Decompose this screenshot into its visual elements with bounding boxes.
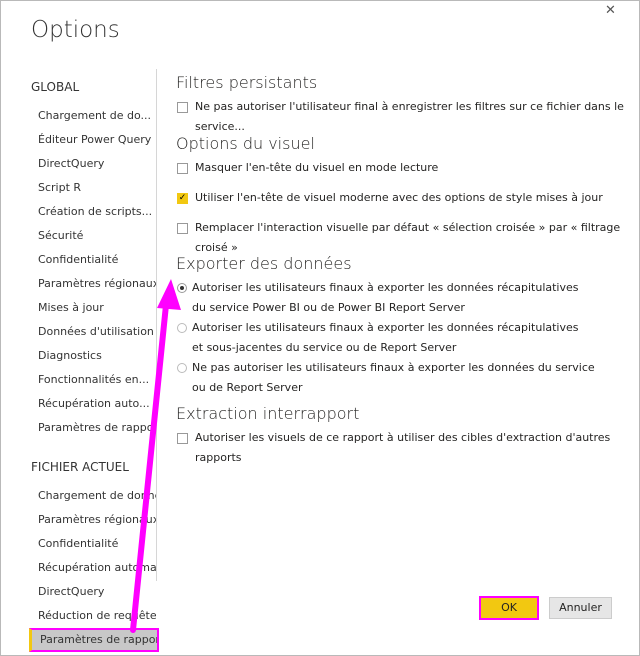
sidebar-item[interactable]: Confidentialité	[38, 536, 156, 552]
cross-filter-checkbox[interactable]: Remplacer l'interaction visuelle par déf…	[177, 218, 639, 258]
filters-checkbox[interactable]: Ne pas autoriser l'utilisateur final à e…	[177, 97, 639, 137]
checkbox[interactable]	[177, 223, 188, 234]
drillthrough-heading: Extraction interrapport	[176, 404, 360, 423]
radio-label: Ne pas autoriser les utilisateurs finaux…	[192, 361, 595, 394]
modern-header-checkbox[interactable]: ✓ Utiliser l'en-tête de visuel moderne av…	[177, 188, 603, 208]
checkbox[interactable]	[177, 102, 188, 113]
sidebar-item[interactable]: Script R	[38, 180, 156, 196]
sidebar-item[interactable]: Diagnostics	[38, 348, 156, 364]
sidebar-item[interactable]: Chargement de données	[38, 488, 156, 504]
sidebar-item[interactable]: Mises à jour	[38, 300, 156, 316]
checkbox-checked[interactable]: ✓	[177, 193, 188, 204]
cancel-button[interactable]: Annuler	[549, 597, 612, 619]
radio[interactable]	[177, 363, 187, 373]
radio-label: Autoriser les utilisateurs finaux à expo…	[192, 321, 579, 354]
ok-button[interactable]: OK	[479, 596, 539, 620]
checkbox-label: Masquer l'en-tête du visuel en mode lect…	[195, 161, 439, 174]
sidebar-item[interactable]: DirectQuery	[38, 584, 156, 600]
sidebar-item[interactable]: Paramètres régionaux	[38, 512, 156, 528]
checkbox-label: Utiliser l'en-tête de visuel moderne ave…	[195, 191, 603, 204]
sidebar-item[interactable]: Sécurité	[38, 228, 156, 244]
checkbox[interactable]	[177, 433, 188, 444]
checkbox-label: Ne pas autoriser l'utilisateur final à e…	[195, 100, 624, 133]
export-radio-none[interactable]: Ne pas autoriser les utilisateurs finaux…	[177, 358, 595, 398]
dialog-title: Options	[31, 17, 120, 43]
sidebar-item[interactable]: Chargement de do...	[38, 108, 156, 124]
global-section-header: GLOBAL	[31, 80, 80, 94]
current-file-section-header: FICHIER ACTUEL	[31, 460, 129, 474]
sidebar-item[interactable]: Données d'utilisation	[38, 324, 156, 340]
filters-heading: Filtres persistants	[176, 73, 318, 92]
sidebar-divider	[156, 69, 157, 581]
sidebar-item[interactable]: DirectQuery	[38, 156, 156, 172]
sidebar-item[interactable]: Fonctionnalités en...	[38, 372, 156, 388]
sidebar-item[interactable]: Création de scripts...	[38, 204, 156, 220]
options-dialog: Options ✕ GLOBAL Chargement de do... Édit…	[0, 0, 640, 656]
close-icon[interactable]: ✕	[605, 3, 616, 18]
sidebar-item[interactable]: Paramètres de rapport	[38, 420, 156, 436]
sidebar-item[interactable]: Réduction de requête	[38, 608, 156, 624]
sidebar-item[interactable]: Confidentialité	[38, 252, 156, 268]
drillthrough-checkbox[interactable]: Autoriser les visuels de ce rapport à ut…	[177, 428, 639, 468]
sidebar-item[interactable]: Récupération automatique	[38, 560, 156, 576]
radio-label: Autoriser les utilisateurs finaux à expo…	[192, 281, 579, 314]
hide-header-checkbox[interactable]: Masquer l'en-tête du visuel en mode lect…	[177, 158, 438, 178]
checkbox[interactable]	[177, 163, 188, 174]
checkbox-label: Autoriser les visuels de ce rapport à ut…	[195, 431, 611, 464]
checkbox-label: Remplacer l'interaction visuelle par déf…	[195, 221, 621, 254]
sidebar-item[interactable]: Paramètres régionaux	[38, 276, 156, 292]
export-radio-summary[interactable]: Autoriser les utilisateurs finaux à expo…	[177, 278, 579, 318]
visual-heading: Options du visuel	[176, 134, 315, 153]
sidebar-item[interactable]: Éditeur Power Query	[38, 132, 156, 148]
export-radio-underlying[interactable]: Autoriser les utilisateurs finaux à expo…	[177, 318, 579, 358]
sidebar-item[interactable]: Récupération auto...	[38, 396, 156, 412]
radio[interactable]	[177, 323, 187, 333]
radio-selected[interactable]	[177, 283, 187, 293]
sidebar-item-selected[interactable]: Paramètres de rapport	[29, 628, 159, 652]
export-heading: Exporter des données	[176, 254, 352, 273]
